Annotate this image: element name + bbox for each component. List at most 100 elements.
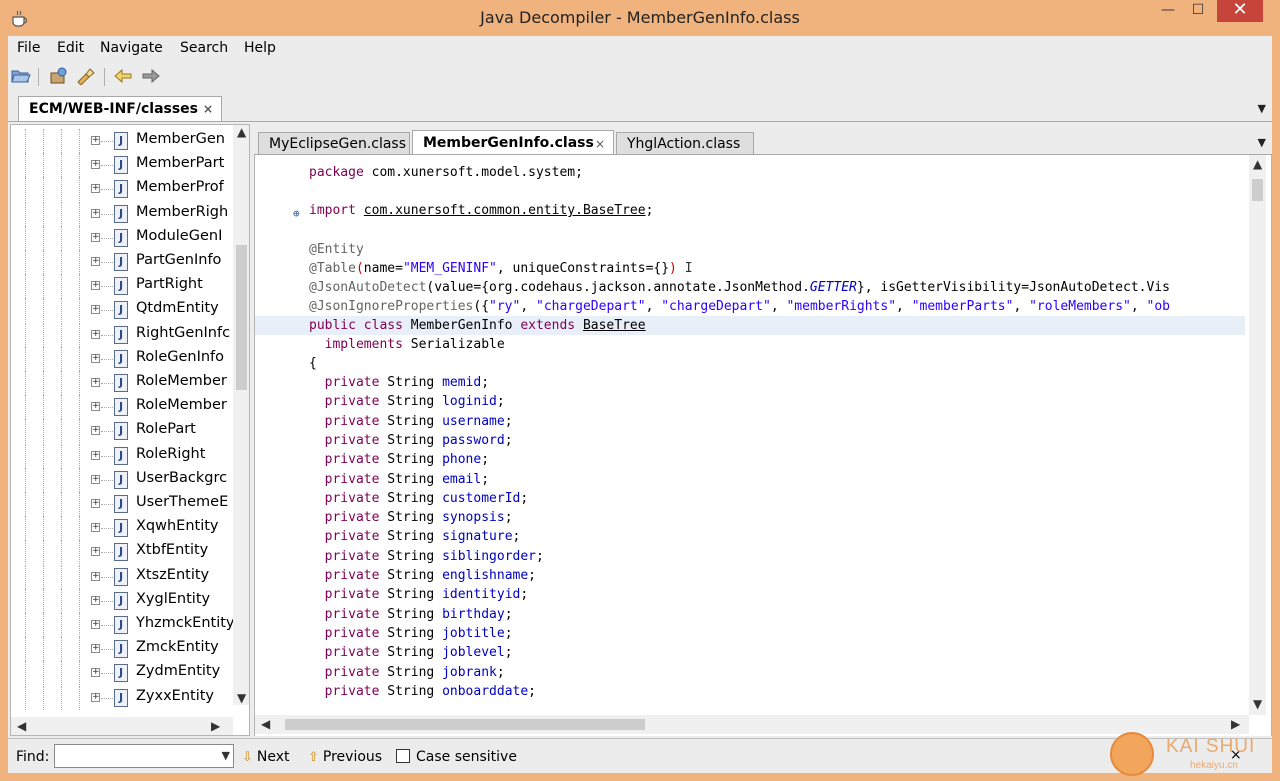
back-button[interactable]	[112, 65, 134, 87]
close-tab-icon[interactable]: ×	[203, 102, 213, 116]
tree-guide-line	[61, 346, 62, 371]
editor-horizontal-scrollbar[interactable]: ◀ ▶	[255, 715, 1249, 734]
tab-archive-label: ECM/WEB-INF/classes	[29, 101, 199, 117]
tree-item[interactable]: + J MemberGen	[11, 129, 231, 153]
expand-icon[interactable]: +	[91, 668, 100, 678]
scroll-down-icon[interactable]: ▼	[237, 691, 246, 705]
tab-list-icon[interactable]: ▼	[1258, 102, 1266, 115]
tree-item[interactable]: + J XtszEntity	[11, 564, 231, 589]
tree-item[interactable]: + J RoleMember	[11, 371, 231, 395]
tree-horizontal-scrollbar[interactable]: ◀ ▶	[11, 717, 233, 735]
scroll-left-icon[interactable]: ◀	[17, 719, 26, 733]
expand-icon[interactable]: +	[91, 402, 100, 412]
code-line-field: private String memid;	[324, 375, 490, 390]
tree-item[interactable]: + J ZydmEntity	[11, 661, 231, 686]
tree-item[interactable]: + J YhzmckEntity	[11, 613, 234, 637]
expand-icon[interactable]: +	[91, 208, 100, 218]
expand-icon[interactable]: +	[91, 692, 100, 702]
tree-item[interactable]: + J ModuleGenI	[11, 225, 231, 250]
menu-navigate[interactable]: Navigate	[100, 40, 163, 56]
menu-file[interactable]: File	[17, 40, 40, 56]
find-previous-button[interactable]: ⇧ Previous	[308, 749, 382, 765]
case-sensitive-checkbox[interactable]	[396, 749, 410, 763]
tree-item[interactable]: + J XtbfEntity	[11, 540, 231, 565]
tree-item[interactable]: + J PartRight	[11, 274, 231, 299]
expand-icon[interactable]: +	[91, 644, 100, 654]
scroll-right-icon[interactable]: ▶	[211, 719, 220, 733]
tree-item[interactable]: + J RoleMember	[11, 395, 231, 420]
scroll-left-icon[interactable]: ◀	[261, 717, 270, 731]
expand-icon[interactable]: +	[91, 232, 100, 242]
tree-vertical-scrollbar[interactable]: ▲ ▼	[233, 125, 249, 705]
expand-icon[interactable]: +	[91, 257, 100, 266]
expand-icon[interactable]: +	[91, 184, 100, 194]
source-editor[interactable]: package com.xunersoft.model.system; ⊕ im…	[254, 155, 1272, 736]
tab-myeclipsegen[interactable]: MyEclipseGen.class	[258, 132, 410, 156]
expand-import-icon[interactable]: ⊕	[293, 204, 300, 223]
minimize-button[interactable]: —	[1155, 0, 1181, 22]
expand-icon[interactable]: +	[91, 595, 100, 605]
expand-icon[interactable]: +	[91, 450, 100, 460]
scroll-right-icon[interactable]: ▶	[1231, 717, 1240, 731]
menu-help[interactable]: Help	[244, 40, 276, 56]
tab-yhglaction[interactable]: YhglAction.class	[616, 132, 754, 156]
tree-item[interactable]: + J QtdmEntity	[11, 298, 231, 323]
editor-scroll-thumb[interactable]	[1252, 179, 1263, 201]
expand-icon[interactable]: +	[91, 547, 100, 557]
editor-hscroll-thumb[interactable]	[285, 719, 645, 730]
tree-item[interactable]: + J XqwhEntity	[11, 516, 231, 541]
tree-scroll-thumb[interactable]	[236, 245, 247, 390]
scroll-up-icon[interactable]: ▲	[1253, 157, 1262, 171]
open-file-button[interactable]	[10, 65, 32, 87]
expand-icon[interactable]: +	[91, 281, 100, 291]
tree-item[interactable]: + J RoleRight	[11, 443, 231, 468]
editor-vertical-scrollbar[interactable]: ▲ ▼	[1249, 155, 1266, 715]
forward-button[interactable]	[140, 65, 162, 87]
expand-icon[interactable]: +	[91, 571, 100, 581]
expand-icon[interactable]: +	[91, 329, 100, 339]
find-bar: Find: ▼ ⇩ Next ⇧ Previous Case sensitive ×	[8, 738, 1272, 773]
tree-item[interactable]: + J MemberProf	[11, 177, 231, 202]
title-bar[interactable]: Java Decompiler - MemberGenInfo.class — …	[0, 0, 1280, 36]
tab-membergeninfo[interactable]: MemberGenInfo.class ×	[412, 130, 614, 156]
expand-icon[interactable]: +	[91, 499, 100, 508]
tab-archive[interactable]: ECM/WEB-INF/classes ×	[18, 96, 222, 122]
maximize-button[interactable]: ☐	[1185, 0, 1211, 22]
tree-item[interactable]: + J MemberRigh	[11, 201, 231, 226]
package-tree[interactable]: + J MemberGen + J MemberPart + J MemberProf + J Mem…	[10, 124, 250, 736]
tree-item[interactable]: + J UserThemeE	[11, 492, 231, 516]
close-tab-icon[interactable]: ×	[595, 137, 605, 151]
expand-icon[interactable]: +	[91, 474, 100, 484]
expand-icon[interactable]: +	[91, 523, 100, 533]
search-type-button[interactable]	[74, 65, 96, 87]
scroll-up-icon[interactable]: ▲	[237, 125, 246, 139]
tree-item[interactable]: + J ZyxxEntity	[11, 685, 231, 710]
tree-item[interactable]: + J RightGenInfc	[11, 322, 231, 347]
tree-item[interactable]: + J RolePart	[11, 419, 231, 444]
tree-item[interactable]: + J MemberPart	[11, 153, 231, 178]
expand-icon[interactable]: +	[91, 305, 100, 315]
expand-icon[interactable]: +	[91, 136, 100, 145]
menu-search[interactable]: Search	[180, 40, 228, 56]
tree-item[interactable]: + J UserBackgrc	[11, 467, 231, 492]
tree-item[interactable]: + J RoleGenInfo	[11, 346, 231, 371]
expand-icon[interactable]: +	[91, 620, 100, 629]
expand-icon[interactable]: +	[91, 353, 100, 363]
scroll-down-icon[interactable]: ▼	[1253, 697, 1262, 711]
expand-icon[interactable]: +	[91, 426, 100, 436]
open-type-button[interactable]	[48, 65, 70, 87]
expand-icon[interactable]: +	[91, 378, 100, 387]
tree-item[interactable]: + J XyglEntity	[11, 588, 231, 613]
tree-guide-line	[79, 250, 80, 274]
close-window-button[interactable]: ✕	[1217, 0, 1263, 22]
tree-item[interactable]: + J PartGenInfo	[11, 250, 231, 274]
chevron-down-icon[interactable]: ▼	[222, 749, 230, 762]
tab-list-icon[interactable]: ▼	[1258, 136, 1266, 149]
case-sensitive-label[interactable]: Case sensitive	[416, 749, 517, 765]
menu-edit[interactable]: Edit	[57, 40, 84, 56]
expand-icon[interactable]: +	[91, 160, 100, 170]
tree-item[interactable]: + J ZmckEntity	[11, 637, 231, 662]
find-next-button[interactable]: ⇩ Next	[242, 749, 290, 765]
find-input[interactable]: ▼	[54, 744, 234, 768]
teacup-logo-icon	[1110, 732, 1154, 776]
